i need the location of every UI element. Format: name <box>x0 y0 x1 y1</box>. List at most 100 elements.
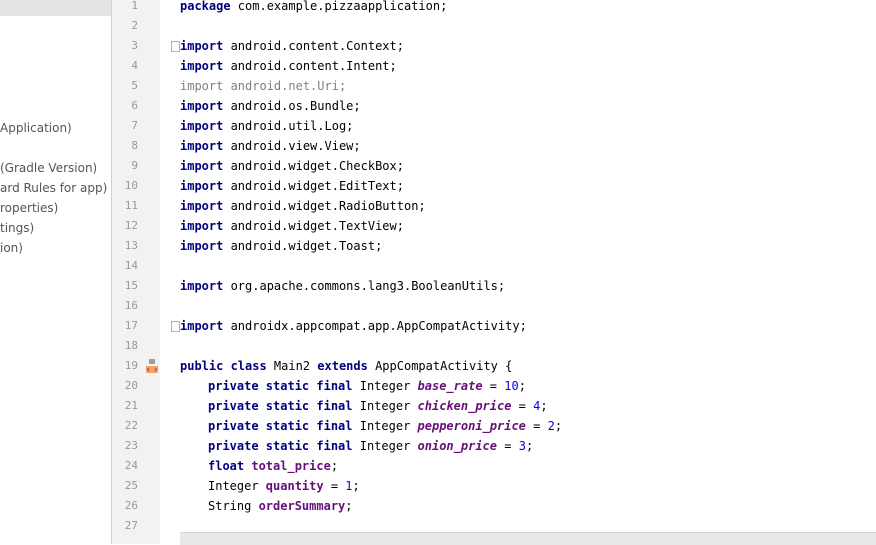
line-number: 2 <box>131 19 138 32</box>
keyword: package <box>180 0 231 13</box>
line-number: 19 <box>124 359 138 372</box>
instance-field: orderSummary <box>258 499 346 513</box>
code-text: android.widget.Toast; <box>223 239 383 253</box>
line-number: 4 <box>131 59 138 72</box>
line-number: 18 <box>124 339 138 352</box>
code-line[interactable]: import androidx.appcompat.app.AppCompatA… <box>180 316 527 336</box>
code-line[interactable]: public class Main2 extends AppCompatActi… <box>180 356 512 376</box>
type-name: String <box>208 499 259 513</box>
code-text: android.widget.CheckBox; <box>223 159 404 173</box>
code-text: android.os.Bundle; <box>223 99 361 113</box>
android-layout-icon[interactable] <box>146 359 158 373</box>
code-text: android.util.Log; <box>223 119 354 133</box>
static-field: chicken_price <box>417 399 512 413</box>
keyword: import <box>180 219 224 233</box>
operator: = <box>511 399 534 413</box>
project-tree-item[interactable]: (Gradle Version) <box>0 158 97 178</box>
line-number: 13 <box>124 239 138 252</box>
type-name: Integer <box>352 379 418 393</box>
fold-icon[interactable] <box>171 41 180 52</box>
operator: = <box>497 439 519 453</box>
code-text: android.view.View; <box>223 139 361 153</box>
code-line[interactable]: private static final Integer pepperoni_p… <box>208 416 562 436</box>
code-line[interactable]: import android.util.Log; <box>180 116 353 136</box>
project-tree-item[interactable]: Application) <box>0 118 72 138</box>
code-line[interactable]: import android.widget.Toast; <box>180 236 382 256</box>
keyword: import <box>180 119 224 133</box>
code-line[interactable]: package com.example.pizzaapplication; <box>180 0 447 16</box>
project-tree-item[interactable]: tings) <box>0 218 34 238</box>
line-number: 22 <box>124 419 138 432</box>
keyword: private static final <box>208 439 353 453</box>
keyword: import <box>180 59 224 73</box>
line-number: 6 <box>131 99 138 112</box>
keyword: import <box>180 179 224 193</box>
code-line[interactable]: import android.content.Context; <box>180 36 404 56</box>
code-line[interactable]: Integer quantity = 1; <box>208 476 360 496</box>
semicolon: ; <box>518 379 526 393</box>
code-text: android.widget.EditText; <box>223 179 404 193</box>
code-line[interactable]: private static final Integer base_rate =… <box>208 376 526 396</box>
keyword: import <box>180 239 224 253</box>
line-number: 5 <box>131 79 138 92</box>
code-text: AppCompatActivity { <box>367 359 513 373</box>
type-name: Integer <box>352 439 418 453</box>
horizontal-scrollbar[interactable] <box>180 532 876 545</box>
line-number: 26 <box>124 499 138 512</box>
class-name: Main2 <box>266 359 318 373</box>
code-line[interactable]: private static final Integer onion_price… <box>208 436 533 456</box>
line-number: 21 <box>124 399 138 412</box>
static-field: base_rate <box>417 379 483 393</box>
code-line[interactable]: import android.net.Uri; <box>180 76 346 96</box>
code-line[interactable]: import android.os.Bundle; <box>180 96 361 116</box>
operator: = <box>525 419 548 433</box>
code-line[interactable]: private static final Integer chicken_pri… <box>208 396 548 416</box>
number-literal: 1 <box>345 479 353 493</box>
project-tree-item[interactable]: ard Rules for app) <box>0 178 107 198</box>
line-number: 14 <box>124 259 138 272</box>
line-number: 3 <box>131 39 138 52</box>
keyword: import <box>180 99 224 113</box>
code-line[interactable]: import android.widget.CheckBox; <box>180 156 404 176</box>
code-line[interactable]: import android.widget.EditText; <box>180 176 404 196</box>
project-tree-selected-row[interactable] <box>0 0 111 16</box>
line-number: 17 <box>124 319 138 332</box>
semicolon: ; <box>540 399 548 413</box>
number-literal: 3 <box>518 439 526 453</box>
keyword: float <box>208 459 245 473</box>
semicolon: ; <box>352 479 360 493</box>
line-number: 16 <box>124 299 138 312</box>
number-literal: 10 <box>504 379 519 393</box>
line-number: 12 <box>124 219 138 232</box>
code-line[interactable]: import android.content.Intent; <box>180 56 397 76</box>
semicolon: ; <box>554 419 563 433</box>
line-number: 15 <box>124 279 138 292</box>
code-text: android.content.Context; <box>223 39 404 53</box>
code-line[interactable]: import android.widget.TextView; <box>180 216 404 236</box>
keyword: import <box>180 139 224 153</box>
fold-icon[interactable] <box>171 321 180 332</box>
line-number: 11 <box>124 199 138 212</box>
instance-field: quantity <box>265 479 324 493</box>
static-field: pepperoni_price <box>417 419 526 433</box>
number-literal: 2 <box>547 419 555 433</box>
keyword: private static final <box>208 379 353 393</box>
project-tree-item[interactable]: ion) <box>0 238 23 258</box>
line-number: 27 <box>124 519 138 532</box>
line-number: 7 <box>131 119 138 132</box>
code-line[interactable]: import android.view.View; <box>180 136 361 156</box>
code-text: android.content.Intent; <box>223 59 397 73</box>
code-text: androidx.appcompat.app.AppCompatActivity… <box>223 319 527 333</box>
operator: = <box>323 479 346 493</box>
project-tree-item[interactable]: roperties) <box>0 198 58 218</box>
line-number: 1 <box>131 0 138 12</box>
code-line[interactable]: import org.apache.commons.lang3.BooleanU… <box>180 276 505 296</box>
code-line[interactable]: float total_price; <box>208 456 338 476</box>
code-line[interactable]: import android.widget.RadioButton; <box>180 196 426 216</box>
code-text: org.apache.commons.lang3.BooleanUtils; <box>223 279 506 293</box>
code-text: android.widget.RadioButton; <box>223 199 426 213</box>
unused-import: import android.net.Uri; <box>180 79 347 93</box>
code-line[interactable]: String orderSummary; <box>208 496 353 516</box>
type-name: Integer <box>352 399 418 413</box>
line-number: 8 <box>131 139 138 152</box>
